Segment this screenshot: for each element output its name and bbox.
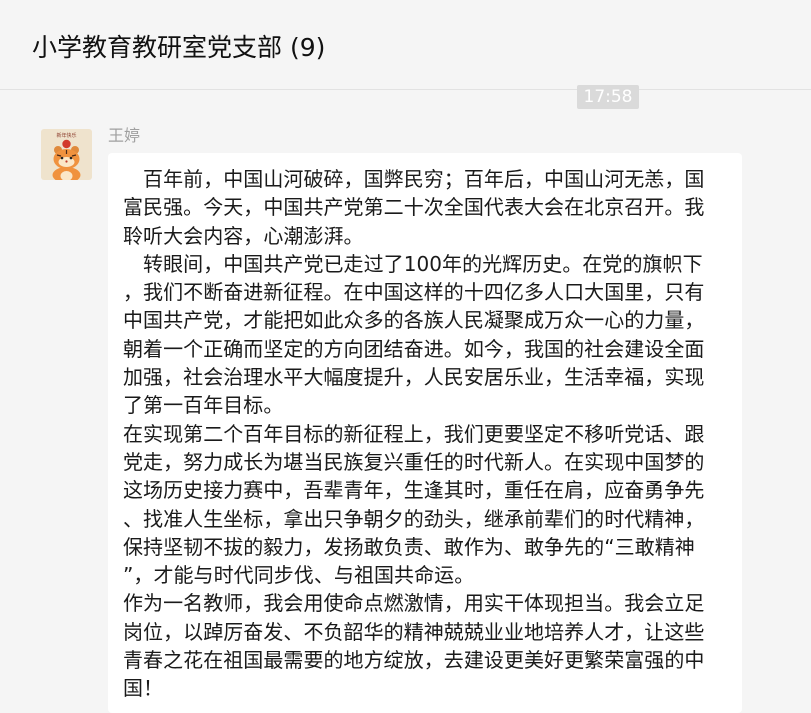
message-line: 保持坚韧不拔的毅力，发扬敢负责、敢作为、敢争先的“三敢精神	[123, 534, 695, 559]
message-line: 、找准人生坐标，拿出只争朝夕的劲头，继承前辈们的时代精神，	[123, 506, 705, 531]
message-line: ”，才能与时代同步伐、与祖国共命运。	[123, 563, 475, 588]
message-line: 加强，社会治理水平大幅度提升，人民安居乐业，生活幸福，实现	[123, 365, 705, 390]
chat-header: 小学教育教研室党支部 (9)	[0, 0, 811, 90]
tiger-cartoon-avatar-icon: 新年快乐	[41, 129, 92, 180]
chat-title[interactable]: 小学教育教研室党支部 (9)	[32, 28, 325, 64]
message-timestamp: 17:58	[577, 85, 639, 109]
message-line: 这场历史接力赛中，吾辈青年，生逢其时，重任在肩，应奋勇争先	[123, 478, 705, 503]
message-line: 富民强。今天，中国共产党第二十次全国代表大会在北京召开。我	[123, 195, 705, 220]
message-line: 青春之花在祖国最需要的地方绽放，去建设更美好更繁荣富强的中	[123, 648, 705, 673]
message-line: 作为一名教师，我会用使命点燃激情，用实干体现担当。我会立足	[123, 591, 705, 616]
message-line: 岗位，以踔厉奋发、不负韶华的精神兢兢业业地培养人才，让这些	[123, 619, 705, 644]
message-line: 转眼间，中国共产党已走过了100年的光辉历史。在党的旗帜下	[123, 251, 703, 276]
avatar-text: 新年快乐	[56, 132, 76, 139]
message-line: 在实现第二个百年目标的新征程上，我们更要坚定不移听党话、跟	[123, 421, 705, 446]
message-line: 朝着一个正确而坚定的方向团结奋进。如今，我国的社会建设全面	[123, 336, 705, 361]
message-line: ，我们不断奋进新征程。在中国这样的十四亿多人口大国里，只有	[123, 280, 705, 305]
message-line: 中国共产党，才能把如此众多的各族人民凝聚成万众一心的力量，	[123, 308, 705, 333]
message-line: 聆听大会内容，心潮澎湃。	[123, 223, 364, 248]
message-line: 国！	[123, 676, 164, 701]
message-line: 了第一百年目标。	[123, 393, 284, 418]
message-bubble[interactable]: 百年前，中国山河破碎，国弊民穷；百年后，中国山河无恙，国 富民强。今天，中国共产…	[108, 153, 742, 713]
message-line: 百年前，中国山河破碎，国弊民穷；百年后，中国山河无恙，国	[123, 167, 705, 191]
sender-avatar[interactable]: 新年快乐	[41, 129, 92, 180]
sender-name: 王婷	[108, 126, 141, 145]
message-line: 党走，努力成长为堪当民族复兴重任的时代新人。在实现中国梦的	[123, 449, 705, 474]
